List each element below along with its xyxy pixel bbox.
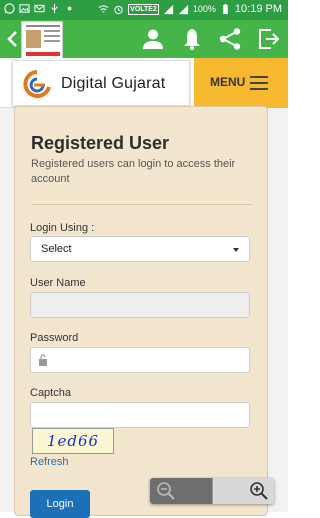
zoom-in-icon xyxy=(250,482,268,500)
menu-button[interactable]: MENU xyxy=(194,58,288,108)
zoom-out-icon xyxy=(157,482,175,500)
zoom-control xyxy=(150,478,274,504)
battery-icon xyxy=(223,3,228,14)
page-thumbnail[interactable] xyxy=(21,21,63,61)
page-subtitle: Registered users can login to access the… xyxy=(31,158,236,185)
captcha-image: 1ed66 xyxy=(32,428,114,454)
whatsapp-icon xyxy=(4,3,15,14)
clock: 10:19 PM xyxy=(234,3,282,15)
menu-label: MENU xyxy=(210,75,246,89)
share-icon[interactable] xyxy=(218,27,242,51)
page-title: Registered User xyxy=(31,133,170,153)
password-input[interactable] xyxy=(30,347,250,373)
login-using-value: Select xyxy=(41,243,72,255)
signal-2-icon xyxy=(178,4,188,14)
username-input[interactable] xyxy=(30,292,250,318)
refresh-captcha-link[interactable]: Refresh xyxy=(30,456,69,468)
wifi-icon xyxy=(98,4,109,13)
status-right-icons: VOLTE2 100% 10:19 PM xyxy=(98,3,282,15)
login-using-label: Login Using : xyxy=(30,222,95,234)
lock-icon xyxy=(39,354,47,366)
alarm-icon xyxy=(114,5,123,14)
login-using-select[interactable]: Select xyxy=(30,236,250,262)
status-left-icons xyxy=(4,3,75,14)
usb-icon xyxy=(51,3,58,14)
captcha-label: Captcha xyxy=(30,387,71,399)
app-bar xyxy=(0,20,288,61)
profile-icon[interactable] xyxy=(141,27,165,51)
battery-percent: 100% xyxy=(192,4,216,14)
site-logo[interactable]: Digital Gujarat xyxy=(12,60,190,106)
logo-text: Digital Gujarat xyxy=(61,75,166,92)
image-icon xyxy=(19,4,30,13)
password-label: Password xyxy=(30,332,79,344)
dropdown-caret-icon xyxy=(233,248,239,252)
site-header: Digital Gujarat MENU xyxy=(0,58,288,108)
captcha-input[interactable] xyxy=(30,402,250,428)
login-button[interactable]: Login xyxy=(30,490,90,518)
notification-bell-icon[interactable] xyxy=(180,27,204,51)
zoom-out-button[interactable] xyxy=(150,478,212,504)
network-type-label: VOLTE2 xyxy=(128,3,159,15)
more-notifications-icon xyxy=(67,6,72,11)
exit-icon[interactable] xyxy=(257,27,281,51)
back-arrow-icon[interactable] xyxy=(5,29,19,49)
username-label: User Name xyxy=(30,277,86,289)
signal-icon xyxy=(163,4,173,14)
hamburger-icon xyxy=(250,76,268,90)
divider xyxy=(31,204,251,205)
gmail-icon xyxy=(34,4,45,13)
zoom-in-button[interactable] xyxy=(212,478,274,504)
digital-gujarat-logo-icon xyxy=(23,70,51,98)
status-bar: VOLTE2 100% 10:19 PM xyxy=(0,0,288,20)
